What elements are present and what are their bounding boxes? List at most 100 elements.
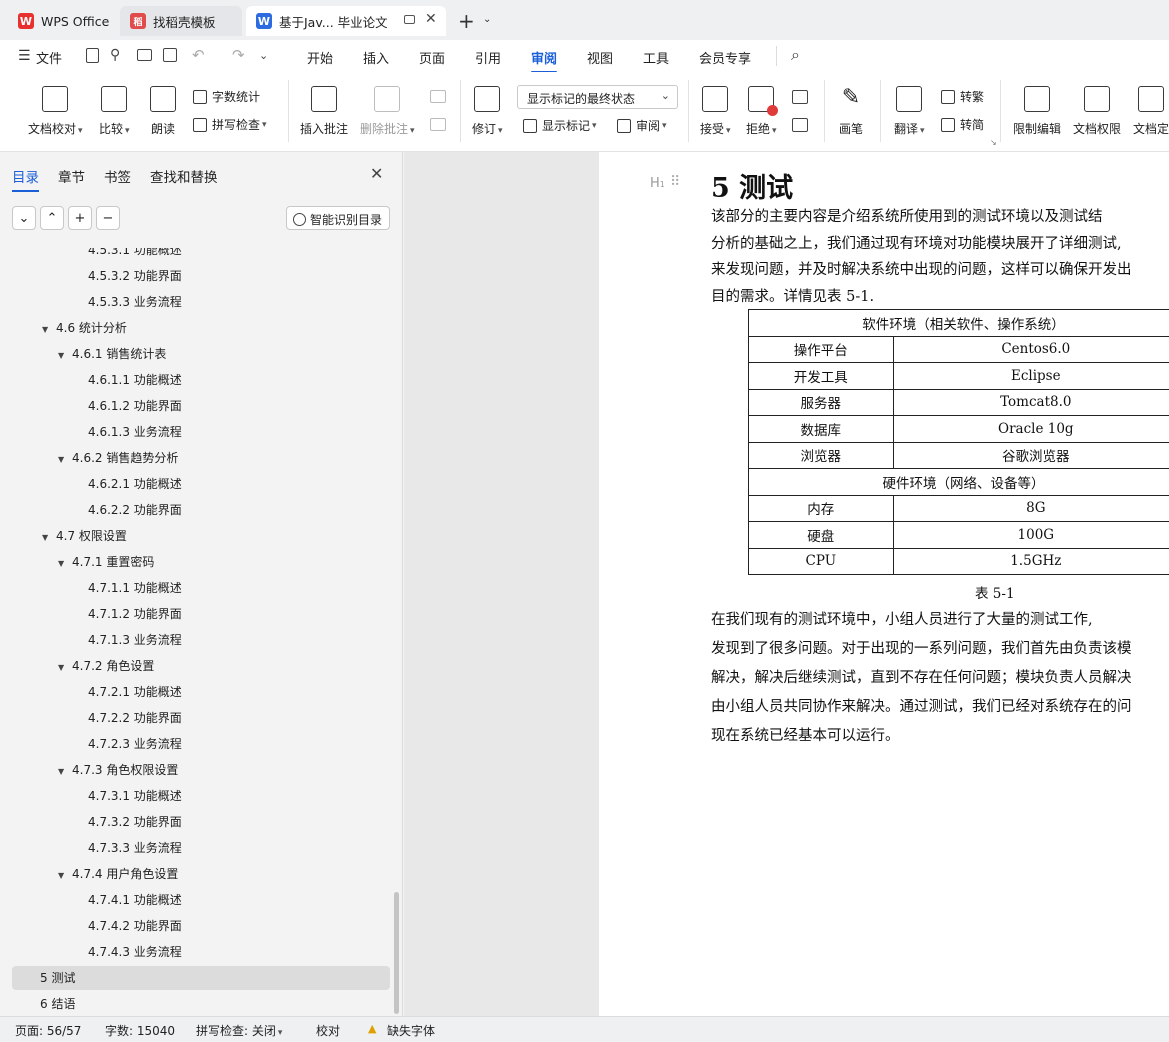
pen-button[interactable]: ✎ 画笔 (838, 86, 864, 137)
toc-item[interactable]: 4.7.4.1 功能概述 (74, 888, 182, 912)
toc-item[interactable]: 4.7.1.3 业务流程 (74, 628, 182, 652)
translate-button[interactable]: 翻译 ▾ (894, 86, 925, 137)
next-change-icon[interactable] (792, 118, 808, 132)
word-count-indicator[interactable]: 字数: 15040 (105, 1022, 175, 1039)
toc-item[interactable]: ▼ 4.7.2 角色设置 (58, 654, 154, 678)
toc-item[interactable]: ▼ 4.7 权限设置 (42, 524, 127, 548)
print-icon[interactable] (137, 49, 152, 61)
toc-item[interactable]: 4.7.2.1 功能概述 (74, 680, 182, 704)
tab-wps-office[interactable]: W WPS Office (8, 6, 116, 36)
collapse-all-button[interactable]: ⌃ (40, 206, 64, 230)
menu-tab-view[interactable]: 视图 (587, 48, 613, 67)
accept-button[interactable]: 接受 ▾ (700, 86, 731, 137)
missing-font-status[interactable]: 缺失字体 (387, 1022, 435, 1039)
toc-item[interactable]: 4.6.1.3 业务流程 (74, 420, 182, 444)
smart-toc-button[interactable]: 智能识别目录 (286, 206, 390, 230)
toc-item[interactable]: 4.6.1.2 功能界面 (74, 394, 182, 418)
nav-tab-find-replace[interactable]: 查找和替换 (150, 166, 218, 186)
toc-item[interactable]: 4.7.4.3 业务流程 (74, 940, 182, 964)
delete-comment-button[interactable]: 删除批注 ▾ (360, 86, 415, 137)
spell-check-status[interactable]: 拼写检查: 关闭 ▾ (196, 1022, 282, 1039)
collapse-toggle-icon[interactable]: ▼ (58, 552, 72, 576)
nav-tab-bookmarks[interactable]: 书签 (104, 166, 131, 186)
to-traditional-button[interactable]: 转繁 (941, 88, 984, 105)
nav-tab-chapters[interactable]: 章节 (58, 166, 85, 186)
restrict-edit-button[interactable]: 限制编辑 (1013, 86, 1061, 137)
show-markup-button[interactable]: 显示标记 ▾ (523, 117, 597, 134)
collapse-toggle-icon[interactable]: ▼ (58, 448, 72, 472)
toc-item[interactable]: 4.7.2.3 业务流程 (74, 732, 182, 756)
toc-item[interactable]: 4.6.2.1 功能概述 (74, 472, 182, 496)
doc-permission-button[interactable]: 文档权限 (1073, 86, 1121, 137)
menu-tab-member[interactable]: 会员专享 (699, 48, 751, 67)
word-count-button[interactable]: 字数统计 (193, 88, 260, 105)
proof-status[interactable]: 校对 (316, 1022, 340, 1039)
new-tab-icon[interactable]: + (458, 9, 475, 33)
toc-item[interactable]: 4.5.3.1 功能概述 (74, 248, 182, 262)
remove-heading-button[interactable]: − (96, 206, 120, 230)
toc-item[interactable]: ▼ 4.6.1 销售统计表 (58, 342, 166, 366)
toc-item[interactable]: 4.7.2.2 功能界面 (74, 706, 182, 730)
page-indicator[interactable]: 页面: 56/57 (15, 1022, 81, 1039)
toc-item[interactable]: ▼ 4.7.3 角色权限设置 (58, 758, 178, 782)
proofread-button[interactable]: 文档校对 ▾ (28, 86, 83, 137)
collapse-toggle-icon[interactable]: ▼ (58, 344, 72, 368)
doc-final-button[interactable]: 文档定 (1133, 86, 1169, 137)
toc-item[interactable]: ▼ 4.6 统计分析 (42, 316, 127, 340)
collapse-toggle-icon[interactable]: ▼ (42, 526, 56, 550)
link-icon[interactable]: ⚲ (110, 47, 120, 63)
redo-icon[interactable]: ↷ (232, 46, 245, 64)
previous-comment-icon[interactable] (430, 90, 446, 103)
print-preview-icon[interactable] (163, 48, 177, 62)
menu-file[interactable]: 文件 (36, 48, 62, 67)
toc-item[interactable]: 4.5.3.2 功能界面 (74, 264, 182, 288)
toc-item[interactable]: ▼ 4.7.4 用户角色设置 (58, 862, 178, 886)
add-heading-button[interactable]: + (68, 206, 92, 230)
toc-item[interactable]: 4.7.3.3 业务流程 (74, 836, 182, 860)
tab-docer-templates[interactable]: 稻 找稻壳模板 (120, 6, 242, 36)
save-icon[interactable] (86, 48, 99, 63)
toc-item[interactable]: 4.7.3.2 功能界面 (74, 810, 182, 834)
undo-icon[interactable]: ↶ (192, 46, 205, 64)
restore-window-icon[interactable] (404, 15, 415, 24)
toc-item[interactable]: 4.7.1.2 功能界面 (74, 602, 182, 626)
expand-all-button[interactable]: ⌄ (12, 206, 36, 230)
collapse-toggle-icon[interactable]: ▼ (42, 318, 56, 342)
menu-tab-references[interactable]: 引用 (475, 48, 501, 67)
display-state-select[interactable]: 显示标记的最终状态 ⌄ (517, 85, 678, 109)
toc-item[interactable]: 6 结语 (26, 992, 75, 1016)
nav-tab-toc[interactable]: 目录 (12, 166, 39, 192)
toc-item[interactable]: 5 测试 (12, 966, 390, 990)
toc-item[interactable]: 4.5.3.3 业务流程 (74, 290, 182, 314)
toc-item[interactable]: 4.6.1.1 功能概述 (74, 368, 182, 392)
drag-handle-icon[interactable]: ⠿ (670, 174, 680, 190)
toc-item[interactable]: 4.6.2.2 功能界面 (74, 498, 182, 522)
toc-item[interactable]: 4.7.4.2 功能界面 (74, 914, 182, 938)
hamburger-icon[interactable]: ☰ (18, 48, 31, 64)
toc-item[interactable]: 4.7.3.1 功能概述 (74, 784, 182, 808)
collapse-toggle-icon[interactable]: ▼ (58, 760, 72, 784)
toc-scrollbar[interactable] (394, 892, 399, 1014)
tab-document[interactable]: W 基于Jav... 毕业论文 ✕ (246, 6, 446, 36)
menu-tab-insert[interactable]: 插入 (363, 48, 389, 67)
menu-tab-home[interactable]: 开始 (307, 48, 333, 67)
spell-check-button[interactable]: 拼写检查 ▾ (193, 116, 267, 133)
read-aloud-button[interactable]: 朗读 (150, 86, 176, 137)
tab-list-chevron-icon[interactable]: ⌄ (483, 14, 491, 25)
close-pane-icon[interactable]: ✕ (370, 164, 383, 183)
toc-item[interactable]: ▼ 4.6.2 销售趋势分析 (58, 446, 178, 470)
toc-item[interactable]: ▼ 4.7.1 重置密码 (58, 550, 154, 574)
to-simplified-button[interactable]: 转简 (941, 116, 984, 133)
menu-tab-tools[interactable]: 工具 (643, 48, 669, 67)
next-comment-icon[interactable] (430, 118, 446, 131)
close-tab-icon[interactable]: ✕ (425, 11, 437, 27)
search-icon[interactable]: ⌕ (791, 45, 800, 65)
group-expand-icon[interactable]: ↘ (990, 138, 997, 147)
reject-button[interactable]: 拒绝 ▾ (746, 86, 779, 137)
quick-access-chevron-icon[interactable]: ⌄ (259, 49, 268, 62)
previous-change-icon[interactable] (792, 90, 808, 104)
collapse-toggle-icon[interactable]: ▼ (58, 864, 72, 888)
toc-item[interactable]: 4.7.1.1 功能概述 (74, 576, 182, 600)
review-pane-button[interactable]: 审阅 ▾ (617, 117, 667, 134)
compare-button[interactable]: 比较 ▾ (99, 86, 130, 137)
